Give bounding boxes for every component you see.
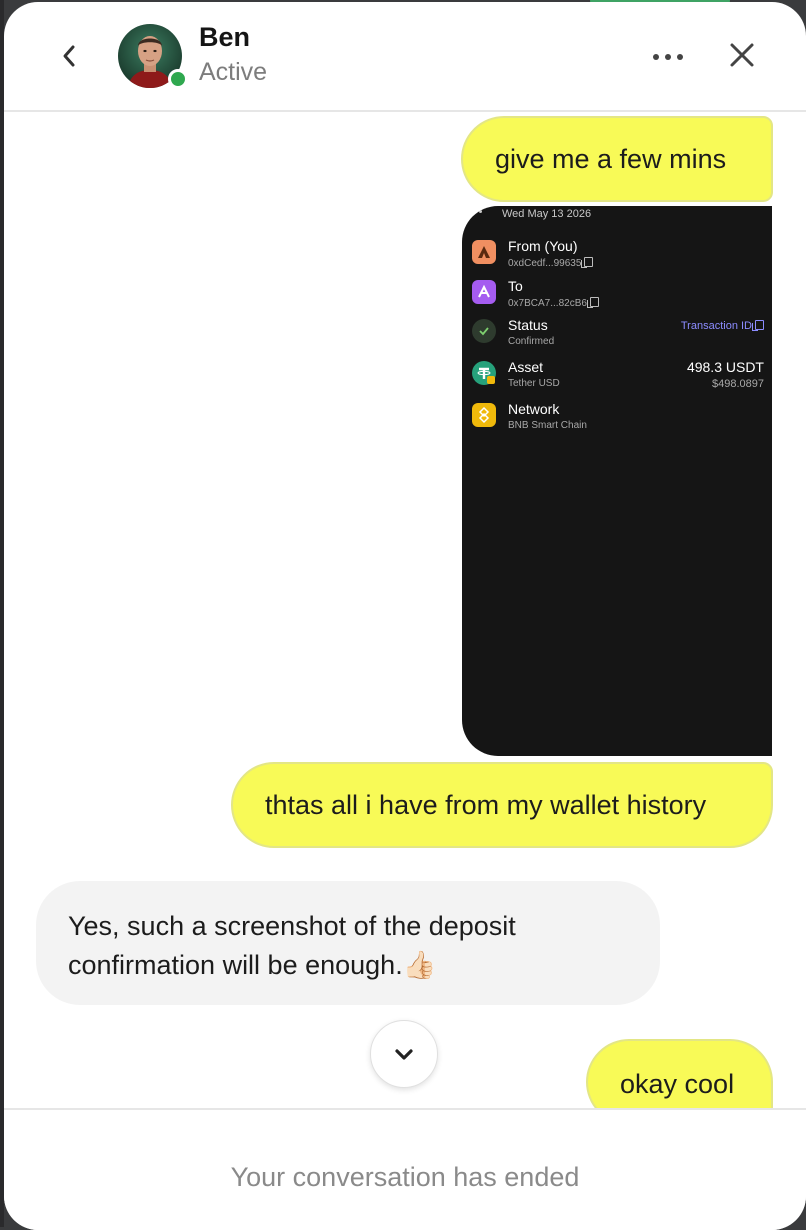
status-dot [479,210,482,213]
more-dots-icon [653,54,683,60]
chat-panel: Ben Active give me a few mins Wed May 13… [4,2,806,1230]
row-from: From (You) 0xdCedf...99635 [472,238,764,276]
network-name: BNB Smart Chain [508,420,587,431]
message-text: okay cool [620,1069,735,1099]
check-icon [472,319,496,343]
recipient-logo-icon [472,280,496,304]
message-outgoing: give me a few mins [461,116,773,202]
asset-title: Asset [508,359,544,375]
contact-status: Active [199,58,268,86]
row-to: To 0x7BCA7...82cB6 [472,278,764,316]
transaction-date: Wed May 13 2026 [502,208,592,220]
asset-name: Tether USD [508,378,560,389]
message-text: give me a few mins [495,143,727,174]
status-title: Status [508,317,548,333]
chevron-left-icon [63,45,75,67]
row-asset: Asset Tether USD 498.3 USDT $498.0897 [472,359,764,397]
from-title: From (You) [508,238,578,254]
row-network: Network BNB Smart Chain [472,401,764,439]
scroll-to-bottom-button[interactable] [370,1020,438,1088]
message-incoming: Yes, such a screenshot of the deposit co… [36,881,660,1005]
copy-icon[interactable] [581,257,594,268]
status-value: Confirmed [508,336,555,347]
transaction-id-link[interactable]: Transaction ID [681,320,764,332]
attached-screenshot[interactable]: Wed May 13 2026 From (You) 0xdCedf...996… [462,206,772,756]
asset-amount: 498.3 USDT [686,359,764,375]
message-outgoing: thtas all i have from my wallet history [231,762,773,848]
message-text: Yes, such a screenshot of the deposit co… [68,911,516,980]
sender-logo-icon [472,240,496,264]
more-options-button[interactable] [650,40,686,72]
back-button[interactable] [58,40,82,72]
close-button[interactable] [728,40,756,70]
chevron-down-icon [395,1049,413,1060]
chat-footer: Your conversation has ended [4,1108,806,1230]
copy-icon[interactable] [586,297,599,308]
tether-icon [472,361,496,385]
contact-name: Ben [199,22,251,52]
to-title: To [508,278,523,294]
close-icon [730,43,754,67]
to-address: 0x7BCA7...82cB6 [508,297,599,309]
conversation-ended-notice: Your conversation has ended [230,1162,580,1192]
message-text: thtas all i have from my wallet history [265,789,707,820]
online-status-dot [168,69,188,89]
from-address: 0xdCedf...99635 [508,257,594,269]
row-status: Status Confirmed Transaction ID [472,317,764,355]
chat-header: Ben Active [4,2,806,112]
asset-usd-value: $498.0897 [712,378,764,390]
copy-icon [752,320,764,331]
network-title: Network [508,401,560,417]
bnb-icon [472,403,496,427]
